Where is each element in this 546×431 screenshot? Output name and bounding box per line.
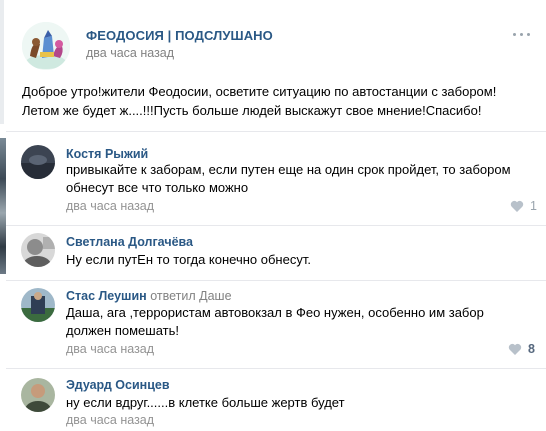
comment-author-link[interactable]: Костя Рыжий	[66, 147, 148, 161]
comment-text: Ну если путЕн то тогда конечно обнесут.	[66, 251, 532, 269]
like-count: 1	[530, 199, 537, 213]
comment-text-line: обнесут все что только можно	[66, 180, 249, 195]
divider	[6, 131, 546, 132]
background-strip	[0, 0, 4, 124]
reply-to-link[interactable]: Даше	[199, 289, 231, 303]
avatar[interactable]	[21, 378, 55, 412]
post-text-line: Доброе утро!жители Феодосии, осветите си…	[22, 84, 497, 99]
comment-text: привыкайте к заборам, если путен еще на …	[66, 161, 532, 197]
reply-label: ответил	[150, 289, 196, 303]
comment-timestamp[interactable]: два часа назад	[66, 342, 154, 356]
post-text: Доброе утро!жители Феодосии, осветите си…	[22, 82, 532, 120]
comment-text-line: должен помешать!	[66, 323, 179, 338]
comment-timestamp[interactable]: два часа назад	[66, 199, 154, 213]
comment-text-line: ну если вдруг......в клетке больше жертв…	[66, 395, 345, 410]
comment-text-line: Ну если путЕн то тогда конечно обнесут.	[66, 252, 311, 267]
comment-author-link[interactable]: Светлана Долгачёва	[66, 235, 193, 249]
avatar[interactable]	[21, 288, 55, 322]
post-text-line: Летом же будет ж....!!!Пусть больше люде…	[22, 103, 482, 118]
group-avatar[interactable]	[22, 22, 70, 70]
divider	[6, 280, 546, 281]
comment-author-link[interactable]: Эдуард Осинцев	[66, 378, 170, 392]
like-button[interactable]: 1	[510, 199, 546, 215]
post-timestamp[interactable]: два часа назад	[86, 46, 174, 60]
group-name-link[interactable]: ФЕОДОСИЯ | ПОДСЛУШАНО	[86, 28, 273, 43]
divider	[6, 225, 546, 226]
comment-timestamp[interactable]: два часа назад	[66, 413, 154, 427]
more-icon[interactable]	[512, 28, 532, 42]
group-logo-icon	[22, 22, 70, 70]
comment-author-link[interactable]: Стас Леушин ответил Даше	[66, 289, 232, 303]
background-strip	[0, 138, 6, 274]
comment-text-line: Даша, ага ,террористам автовокзал в Фео …	[66, 305, 484, 320]
comment-text: ну если вдруг......в клетке больше жертв…	[66, 394, 532, 412]
heart-icon	[510, 200, 524, 212]
like-button[interactable]: 8	[508, 342, 544, 358]
avatar[interactable]	[21, 145, 55, 179]
like-count: 8	[528, 342, 535, 356]
heart-icon	[508, 343, 522, 355]
avatar[interactable]	[21, 233, 55, 267]
comment-text: Даша, ага ,террористам автовокзал в Фео …	[66, 304, 532, 340]
divider	[6, 368, 546, 369]
comment-text-line: привыкайте к заборам, если путен еще на …	[66, 162, 511, 177]
author-name[interactable]: Стас Леушин	[66, 289, 147, 303]
